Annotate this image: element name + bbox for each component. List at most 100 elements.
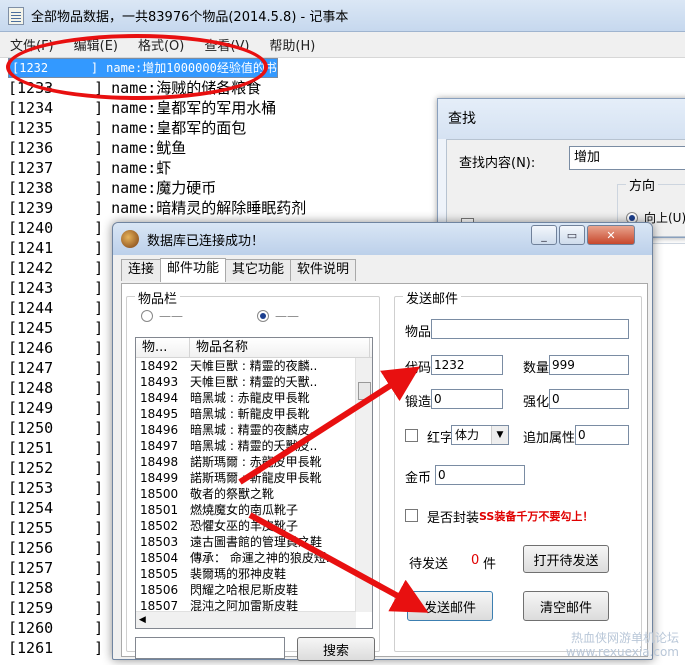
notepad-line[interactable]: [1261] bbox=[8, 638, 111, 658]
items-vscrollbar[interactable] bbox=[355, 358, 372, 612]
db-tool-window: 数据库已连接成功！ _ ▭ ✕ 连接 邮件功能 其它功能 软件说明 物品栏 ——… bbox=[112, 222, 653, 661]
line-code: [1251 bbox=[8, 439, 54, 457]
notepad-line[interactable]: [1252] bbox=[8, 458, 111, 478]
tab-other[interactable]: 其它功能 bbox=[225, 259, 292, 281]
item-row[interactable]: 18494 暗黑城 : 赤龍皮甲長靴 bbox=[136, 390, 372, 406]
notepad-line[interactable]: [1246] bbox=[8, 338, 111, 358]
send-mail-button[interactable]: 发送邮件 bbox=[407, 591, 493, 621]
find-input[interactable]: 增加 bbox=[569, 146, 685, 170]
line-code: [1248 bbox=[8, 379, 54, 397]
item-name: 諾斯瑪爾 : 斬龍皮甲長靴 bbox=[190, 471, 322, 485]
notepad-line[interactable]: [1239] name:暗精灵的解除睡眠药剂 bbox=[8, 198, 306, 218]
items-radio-2[interactable]: —— bbox=[257, 309, 299, 323]
item-row[interactable]: 18502 恐懼女巫的羊皮靴子 bbox=[136, 518, 372, 534]
notepad-line[interactable]: [1234] name:皇都军的军用水桶 bbox=[8, 98, 276, 118]
notepad-line[interactable]: [1258] bbox=[8, 578, 111, 598]
line-name: name:皇都军的军用水桶 bbox=[111, 99, 277, 117]
notepad-line[interactable]: [1237] name:虾 bbox=[8, 158, 171, 178]
notepad-icon bbox=[8, 6, 24, 25]
enhance-field[interactable]: 0 bbox=[549, 389, 629, 409]
red-checkbox[interactable] bbox=[405, 429, 418, 442]
notepad-line[interactable]: [1238] name:魔力硬币 bbox=[8, 178, 216, 198]
clear-mail-button[interactable]: 清空邮件 bbox=[523, 591, 609, 621]
notepad-line[interactable]: [1251] bbox=[8, 438, 111, 458]
notepad-line[interactable]: [1259] bbox=[8, 598, 111, 618]
extra-field[interactable]: 0 bbox=[575, 425, 629, 445]
item-row[interactable]: 18506 閃耀之哈根尼斯皮鞋 bbox=[136, 582, 372, 598]
col-name-header[interactable]: 物品名称 bbox=[190, 338, 370, 357]
code-label: 代码 bbox=[405, 361, 432, 376]
maximize-button[interactable]: ▭ bbox=[559, 225, 585, 245]
item-search-input[interactable] bbox=[135, 637, 285, 659]
item-row[interactable]: 18498 諾斯瑪爾 : 赤龍皮甲長靴 bbox=[136, 454, 372, 470]
code-field[interactable]: 1232 bbox=[431, 355, 503, 375]
open-pending-button[interactable]: 打开待发送 bbox=[523, 545, 609, 573]
item-row[interactable]: 18495 暗黑城 : 斬龍皮甲長靴 bbox=[136, 406, 372, 422]
menu-help[interactable]: 帮助(H) bbox=[269, 35, 315, 54]
tab-strip: 连接 邮件功能 其它功能 软件说明 bbox=[121, 258, 357, 283]
notepad-line[interactable]: [1240] bbox=[8, 218, 111, 238]
notepad-line[interactable]: [1235] name:皇都军的面包 bbox=[8, 118, 246, 138]
notepad-line[interactable]: [1244] bbox=[8, 298, 111, 318]
item-row[interactable]: 18501 燃燒魔女的南瓜靴子 bbox=[136, 502, 372, 518]
notepad-line[interactable]: [1250] bbox=[8, 418, 111, 438]
items-hscrollbar[interactable]: ◀ bbox=[136, 611, 356, 628]
notepad-line[interactable]: [1257] bbox=[8, 558, 111, 578]
notepad-line[interactable]: [1232] name:增加1000000经验值的书 bbox=[8, 58, 278, 78]
items-list[interactable]: 物... 物品名称 18492 天帷巨獸 : 精靈的夜麟.. 18493 天帷巨獸 :… bbox=[135, 337, 373, 629]
notepad-line[interactable]: [1248] bbox=[8, 378, 111, 398]
notepad-line[interactable]: [1256] bbox=[8, 538, 111, 558]
menu-edit[interactable]: 编辑(E) bbox=[74, 35, 118, 54]
close-button[interactable]: ✕ bbox=[587, 225, 635, 245]
tab-about[interactable]: 软件说明 bbox=[290, 259, 357, 281]
minimize-button[interactable]: _ bbox=[531, 225, 557, 245]
watermark-line2: www.rexuexia.com bbox=[565, 645, 679, 659]
notepad-line[interactable]: [1253] bbox=[8, 478, 111, 498]
menu-file[interactable]: 文件(F) bbox=[10, 35, 54, 54]
item-row[interactable]: 18505 裴爾瑪的邪神皮鞋 bbox=[136, 566, 372, 582]
seal-checkbox[interactable] bbox=[405, 509, 418, 522]
notepad-line[interactable]: [1243] bbox=[8, 278, 111, 298]
item-field[interactable] bbox=[431, 319, 629, 339]
tab-mail[interactable]: 邮件功能 bbox=[160, 258, 227, 282]
item-row[interactable]: 18504 傳承： 命運之神的狼皮短.. bbox=[136, 550, 372, 566]
notepad-line[interactable]: [1242] bbox=[8, 258, 111, 278]
menu-view[interactable]: 查看(V) bbox=[204, 35, 249, 54]
item-row[interactable]: 18503 遠古圖書館的管理員之鞋 bbox=[136, 534, 372, 550]
watermark-line1: 热血侠网游单机论坛 bbox=[570, 631, 679, 645]
line-code: [1243 bbox=[8, 279, 54, 297]
items-radio-1[interactable]: —— bbox=[141, 309, 183, 323]
item-row[interactable]: 18499 諾斯瑪爾 : 斬龍皮甲長靴 bbox=[136, 470, 372, 486]
tab-connect[interactable]: 连接 bbox=[121, 259, 162, 281]
notepad-line[interactable]: [1260] bbox=[8, 618, 111, 638]
notepad-line[interactable]: [1254] bbox=[8, 498, 111, 518]
notepad-line[interactable]: [1245] bbox=[8, 318, 111, 338]
item-id: 18503 bbox=[140, 535, 179, 549]
gold-field[interactable]: 0 bbox=[435, 465, 525, 485]
item-row[interactable]: 18500 敬者的祭獸之靴 bbox=[136, 486, 372, 502]
notepad-line[interactable]: [1255] bbox=[8, 518, 111, 538]
search-button[interactable]: 搜索 bbox=[297, 637, 375, 661]
notepad-line[interactable]: [1236] name:鱿鱼 bbox=[8, 138, 186, 158]
notepad-line[interactable]: [1247] bbox=[8, 358, 111, 378]
notepad-line[interactable]: [1233] name:海贼的储备粮食 bbox=[8, 78, 261, 98]
item-name: 諾斯瑪爾 : 赤龍皮甲長靴 bbox=[190, 455, 322, 469]
col-id-header[interactable]: 物... bbox=[136, 338, 190, 357]
forge-field[interactable]: 0 bbox=[431, 389, 503, 409]
notepad-line[interactable]: [1241] bbox=[8, 238, 111, 258]
qty-field[interactable]: 999 bbox=[549, 355, 629, 375]
item-name: 暗黑城 : 斬龍皮甲長靴 bbox=[190, 407, 310, 421]
line-code: [1232 bbox=[12, 61, 49, 75]
item-row[interactable]: 18496 暗黑城 : 精靈的夜麟皮.. bbox=[136, 422, 372, 438]
item-name: 恐懼女巫的羊皮靴子 bbox=[190, 519, 299, 533]
line-code: [1241 bbox=[8, 239, 54, 257]
item-row[interactable]: 18492 天帷巨獸 : 精靈的夜麟.. bbox=[136, 358, 372, 374]
scroll-thumb[interactable] bbox=[358, 382, 371, 400]
notepad-line[interactable]: [1249] bbox=[8, 398, 111, 418]
item-row[interactable]: 18493 天帷巨獸 : 精靈的夭獸.. bbox=[136, 374, 372, 390]
red-select[interactable]: 体力 ▼ bbox=[451, 425, 509, 445]
seal-warning: SS装备千万不要勾上！ bbox=[479, 510, 594, 523]
menu-format[interactable]: 格式(O) bbox=[138, 35, 184, 54]
line-code: [1261 bbox=[8, 639, 54, 657]
item-row[interactable]: 18497 暗黑城 : 精靈的夭獸皮.. bbox=[136, 438, 372, 454]
